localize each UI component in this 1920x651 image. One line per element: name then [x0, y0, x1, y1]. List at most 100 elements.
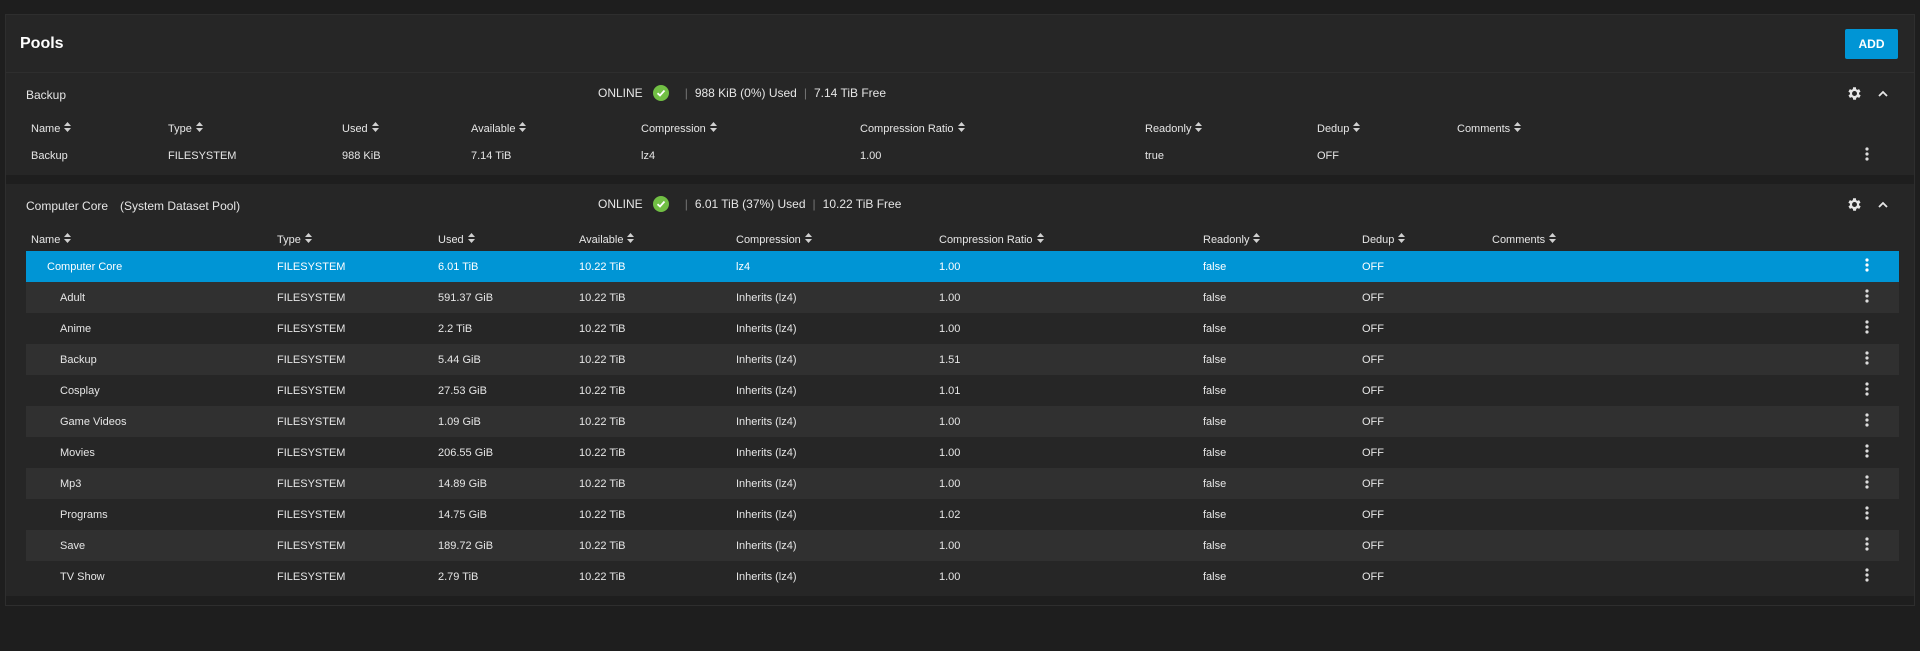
- sort-icon: [1036, 232, 1044, 245]
- cell-available: 10.22 TiB: [579, 446, 626, 459]
- cell-available: 10.22 TiB: [574, 344, 731, 375]
- table-row[interactable]: Backup FILESYSTEM 988 KiB 7.14 TiB lz4 1.00 tr…: [26, 140, 1899, 171]
- table-row[interactable]: Game Videos FILESYSTEM 1.09 GiB 10.22 TiB In…: [26, 406, 1899, 437]
- cell-dedup: OFF: [1357, 530, 1487, 561]
- cell-type: FILESYSTEM: [277, 384, 346, 397]
- column-header-compression[interactable]: Compression: [636, 116, 855, 140]
- column-header-used[interactable]: Used: [433, 227, 574, 251]
- table-row[interactable]: Backup FILESYSTEM 5.44 GiB 10.22 TiB Inherit…: [26, 344, 1899, 375]
- more-vert-icon[interactable]: [1839, 140, 1899, 171]
- pool-section: Backup ONLINE | 988 KiB (0%) Used | 7.14…: [6, 73, 1914, 184]
- cell-available: 10.22 TiB: [579, 322, 626, 335]
- cell-readonly: false: [1203, 508, 1227, 521]
- table-header-row: Name Type Used Available Compression Compress…: [26, 116, 1899, 140]
- cell-type: FILESYSTEM: [272, 530, 433, 561]
- column-header-label: Compression Ratio: [939, 233, 1033, 246]
- cell-available: 10.22 TiB: [579, 570, 626, 583]
- more-vert-icon[interactable]: [1839, 251, 1899, 282]
- cell-type: FILESYSTEM: [168, 149, 237, 162]
- column-header-label: Comments: [1492, 233, 1546, 246]
- cell-comments: [1487, 561, 1839, 592]
- chevron-up-icon[interactable]: [1877, 88, 1889, 100]
- table-row[interactable]: Movies FILESYSTEM 206.55 GiB 10.22 TiB Inher…: [26, 437, 1899, 468]
- cell-name: Computer Core: [26, 251, 272, 282]
- cell-used: 2.79 TiB: [438, 570, 479, 583]
- pool-actions: [1846, 196, 1889, 213]
- sort-icon: [519, 121, 527, 134]
- dataset-table: Name Type Used Available Compression Compress…: [26, 227, 1899, 592]
- table-row[interactable]: Computer Core FILESYSTEM 6.01 TiB 10.22 TiB…: [26, 251, 1899, 282]
- column-header-dedup[interactable]: Dedup: [1312, 116, 1452, 140]
- column-header-readonly[interactable]: Readonly: [1198, 227, 1357, 251]
- more-vert-icon[interactable]: [1839, 437, 1899, 468]
- gear-icon[interactable]: [1846, 85, 1863, 102]
- column-header-compression-ratio[interactable]: Compression Ratio: [855, 116, 1140, 140]
- cell-used: 2.2 TiB: [438, 322, 473, 335]
- more-vert-icon[interactable]: [1839, 468, 1899, 499]
- cell-compression: Inherits (lz4): [736, 322, 797, 335]
- more-vert-icon[interactable]: [1839, 406, 1899, 437]
- cell-ratio: 1.00: [939, 322, 961, 335]
- more-vert-icon[interactable]: [1839, 530, 1899, 561]
- cell-dedup: OFF: [1357, 282, 1487, 313]
- table-row[interactable]: TV Show FILESYSTEM 2.79 TiB 10.22 TiB Inheri…: [26, 561, 1899, 592]
- column-header-dedup[interactable]: Dedup: [1357, 227, 1487, 251]
- column-header-available[interactable]: Available: [466, 116, 636, 140]
- column-header-readonly[interactable]: Readonly: [1140, 116, 1312, 140]
- cell-name: Backup: [31, 149, 68, 162]
- pool-bar: Computer Core (System Dataset Pool) ONLIN…: [6, 184, 1914, 227]
- cell-readonly: false: [1203, 570, 1227, 583]
- more-vert-icon[interactable]: [1839, 344, 1899, 375]
- table-row[interactable]: Save FILESYSTEM 189.72 GiB 10.22 TiB Inherit…: [26, 530, 1899, 561]
- cell-readonly: false: [1198, 468, 1357, 499]
- cell-dedup: OFF: [1357, 251, 1487, 282]
- cell-ratio: 1.00: [860, 149, 882, 162]
- cell-dedup: OFF: [1362, 322, 1384, 335]
- cell-name: Anime: [60, 322, 92, 335]
- chevron-up-icon[interactable]: [1877, 199, 1889, 211]
- column-header-label: Used: [342, 122, 368, 135]
- more-vert-icon[interactable]: [1839, 313, 1899, 344]
- column-header-compression-ratio[interactable]: Compression Ratio: [934, 227, 1198, 251]
- table-row[interactable]: Mp3 FILESYSTEM 14.89 GiB 10.22 TiB Inherits …: [26, 468, 1899, 499]
- cell-compression: Inherits (lz4): [736, 384, 797, 397]
- column-header-comments[interactable]: Comments: [1452, 116, 1839, 140]
- cell-ratio: 1.51: [934, 344, 1198, 375]
- cell-ratio: 1.02: [939, 508, 961, 521]
- sort-icon: [467, 232, 475, 245]
- table-row[interactable]: Anime FILESYSTEM 2.2 TiB 10.22 TiB Inherits …: [26, 313, 1899, 344]
- cell-available: 10.22 TiB: [579, 384, 626, 397]
- pool-subtitle: (System Dataset Pool): [120, 199, 241, 213]
- cell-type: FILESYSTEM: [272, 468, 433, 499]
- more-vert-icon[interactable]: [1839, 375, 1899, 406]
- column-header-type[interactable]: Type: [163, 116, 337, 140]
- dataset-table: Name Type Used Available Compression Compress…: [26, 116, 1899, 171]
- column-header-compression[interactable]: Compression: [731, 227, 934, 251]
- column-header-available[interactable]: Available: [574, 227, 731, 251]
- cell-comments: [1487, 530, 1839, 561]
- cell-ratio: 1.00: [934, 406, 1198, 437]
- cell-comments: [1487, 282, 1839, 313]
- separator: |: [684, 197, 688, 211]
- separator: |: [803, 86, 807, 100]
- cell-name: Programs: [60, 508, 108, 521]
- add-pool-button[interactable]: ADD: [1845, 29, 1898, 59]
- column-header-used[interactable]: Used: [337, 116, 466, 140]
- cell-ratio: 1.00: [934, 468, 1198, 499]
- column-header-name[interactable]: Name: [26, 116, 163, 140]
- more-vert-icon[interactable]: [1839, 499, 1899, 530]
- more-vert-icon[interactable]: [1839, 561, 1899, 592]
- table-row[interactable]: Adult FILESYSTEM 591.37 GiB 10.22 TiB Inheri…: [26, 282, 1899, 313]
- column-header-comments[interactable]: Comments: [1487, 227, 1839, 251]
- column-header-type[interactable]: Type: [272, 227, 433, 251]
- table-row[interactable]: Programs FILESYSTEM 14.75 GiB 10.22 TiB Inhe…: [26, 499, 1899, 530]
- cell-comments: [1487, 344, 1839, 375]
- table-row[interactable]: Cosplay FILESYSTEM 27.53 GiB 10.22 TiB Inher…: [26, 375, 1899, 406]
- more-vert-icon[interactable]: [1839, 282, 1899, 313]
- column-header-name[interactable]: Name: [26, 227, 272, 251]
- cell-used: 1.09 GiB: [433, 406, 574, 437]
- column-header-label: Used: [438, 233, 464, 246]
- gear-icon[interactable]: [1846, 196, 1863, 213]
- cell-available: 10.22 TiB: [574, 406, 731, 437]
- cell-type: FILESYSTEM: [272, 282, 433, 313]
